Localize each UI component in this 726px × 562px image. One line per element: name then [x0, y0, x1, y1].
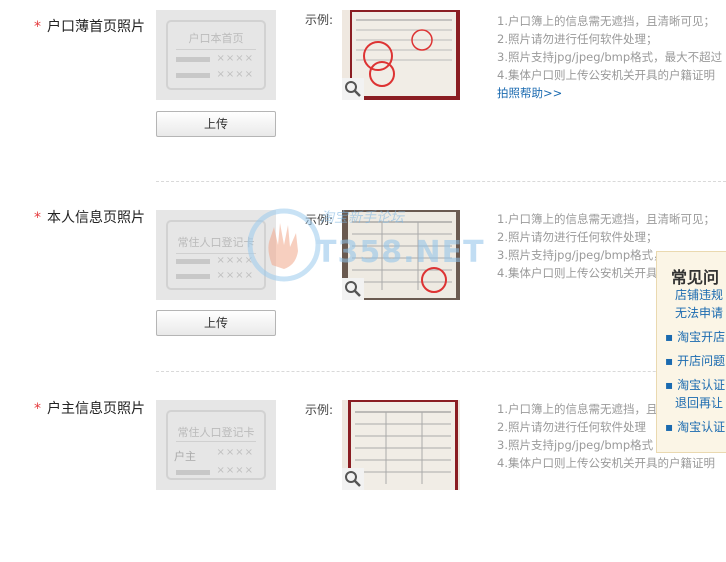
- upload-button[interactable]: 上传: [156, 310, 276, 336]
- placeholder-bar: [176, 73, 210, 78]
- field-label: * 户口薄首页照片: [34, 19, 145, 35]
- example-label: 示例:: [305, 403, 334, 417]
- placeholder-card: 常住人口登记卡 ×××× ××××: [166, 220, 266, 290]
- note-line: 2.照片请勿进行任何软件处理；: [497, 32, 658, 46]
- note-line: 1.户口簿上的信息需无遮挡，且清晰可见；: [497, 14, 715, 28]
- required-mark: *: [34, 210, 41, 226]
- placeholder-divider: [176, 49, 256, 50]
- note-line: 2.照片请勿进行任何软件处理；: [497, 230, 658, 244]
- required-mark: *: [34, 19, 41, 35]
- photo-placeholder: 户口本首页 ×××× ××××: [156, 10, 276, 100]
- placeholder-bar: [176, 259, 210, 264]
- faq-panel: 常见问 店铺违规 无法申请 ▪ 淘宝开店 ▪ 开店问题 ▪ 淘宝认证 退回再让 ▪ 淘宝…: [656, 251, 726, 453]
- placeholder-card: 常住人口登记卡 户主 ×××× ××××: [166, 410, 266, 480]
- photo-help-link[interactable]: 拍照帮助>>: [497, 84, 722, 102]
- placeholder-divider: [176, 253, 256, 254]
- magnifier-icon[interactable]: [342, 278, 364, 300]
- placeholder-mask: ××××: [216, 465, 254, 476]
- example-image[interactable]: [342, 210, 460, 300]
- photo-requirements: 1.户口簿上的信息需无遮挡，且清晰可见； 2.照片请勿进行任何软件处理； 3.照…: [497, 12, 722, 102]
- section-divider: [156, 371, 726, 372]
- placeholder-title: 户口本首页: [188, 32, 244, 45]
- section-divider: [156, 181, 726, 182]
- field-label: * 本人信息页照片: [34, 210, 145, 226]
- example-label: 示例:: [305, 213, 334, 227]
- placeholder-mask: ××××: [216, 53, 254, 64]
- upload-button[interactable]: 上传: [156, 111, 276, 137]
- faq-item[interactable]: ▪ 淘宝认证: [665, 376, 725, 393]
- upload-section-personal-info: * 本人信息页照片 常住人口登记卡 ×××× ×××× 上传 示例: 1.户口簿…: [0, 191, 726, 371]
- faq-title: 常见问: [671, 268, 720, 287]
- placeholder-mask: ××××: [216, 270, 254, 281]
- placeholder-mask: ××××: [216, 69, 254, 80]
- upload-section-hukou-front: * 户口薄首页照片 户口本首页 ×××× ×××× 上传 示例: 1.户口簿上的…: [0, 0, 726, 180]
- placeholder-bar: [176, 57, 210, 62]
- placeholder-bar: [176, 470, 210, 475]
- upload-section-householder: * 户主信息页照片 常住人口登记卡 户主 ×××× ×××× 示例: 1.户口簿…: [0, 382, 726, 562]
- faq-item-subtext[interactable]: 退回再让: [675, 394, 723, 411]
- faq-item-text[interactable]: 店铺违规: [675, 286, 723, 303]
- faq-item-subtext[interactable]: 无法申请: [675, 304, 723, 321]
- required-mark: *: [34, 401, 41, 417]
- note-line: 4.集体户口则上传公安机关开具的户籍证明: [497, 68, 715, 82]
- note-line: 3.照片支持jpg/jpeg/bmp格式，最大不超过: [497, 50, 723, 64]
- note-line: 1.户口簿上的信息需无遮挡，且清晰可见；: [497, 212, 715, 226]
- magnifier-icon[interactable]: [342, 468, 364, 490]
- faq-item[interactable]: ▪ 淘宝开店: [665, 328, 725, 345]
- placeholder-card: 户口本首页 ×××× ××××: [166, 20, 266, 90]
- photo-placeholder: 常住人口登记卡 户主 ×××× ××××: [156, 400, 276, 490]
- example-image[interactable]: [342, 400, 460, 490]
- faq-item[interactable]: ▪ 淘宝认证: [665, 418, 725, 435]
- placeholder-bar: [176, 274, 210, 279]
- photo-placeholder: 常住人口登记卡 ×××× ××××: [156, 210, 276, 300]
- note-line: 4.集体户口则上传公安机关开具的户籍证明: [497, 456, 715, 470]
- placeholder-title: 常住人口登记卡: [177, 236, 255, 249]
- faq-item[interactable]: ▪ 开店问题: [665, 352, 725, 369]
- placeholder-mask: ××××: [216, 447, 254, 458]
- example-image[interactable]: [342, 10, 460, 100]
- placeholder-householder-text: 户主: [174, 450, 196, 463]
- placeholder-title: 常住人口登记卡: [177, 426, 255, 439]
- placeholder-divider: [176, 441, 256, 442]
- example-label: 示例:: [305, 13, 334, 27]
- magnifier-icon[interactable]: [342, 78, 364, 100]
- placeholder-mask: ××××: [216, 255, 254, 266]
- field-label: * 户主信息页照片: [34, 401, 145, 417]
